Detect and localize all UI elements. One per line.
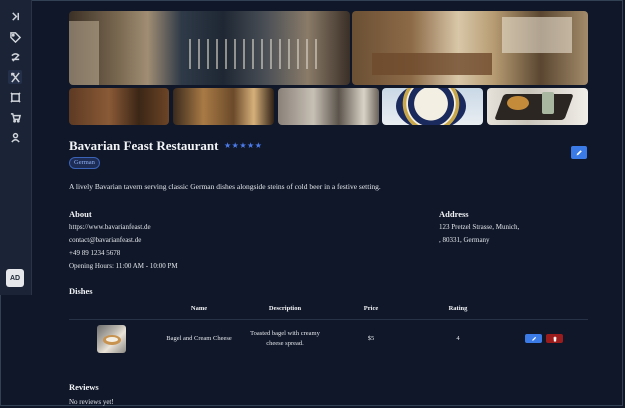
pencil-icon <box>576 149 582 155</box>
phone-text: +49 89 1234 5678 <box>69 249 121 257</box>
address-postal: , 80331, Germany <box>439 236 490 244</box>
restaurant-description: A lively Bavarian tavern serving classic… <box>69 182 381 191</box>
dish-description-line1: Toasted bagel with creamy <box>250 330 320 337</box>
gallery-thumbnail[interactable] <box>487 88 588 125</box>
dish-image <box>97 325 126 353</box>
email-link[interactable]: contact@bavarianfeast.de <box>69 236 141 244</box>
avatar[interactable]: AD <box>6 269 24 287</box>
trash-icon <box>552 336 557 342</box>
dishes-heading: Dishes <box>69 286 93 296</box>
table-divider <box>69 319 588 320</box>
utensils-icon[interactable] <box>8 70 22 84</box>
edit-restaurant-button[interactable] <box>571 146 587 159</box>
gallery-thumbnail[interactable] <box>69 88 169 125</box>
reviews-heading: Reviews <box>69 382 99 392</box>
address-heading: Address <box>439 209 469 219</box>
collapse-icon[interactable] <box>8 9 22 23</box>
about-heading: About <box>69 209 92 219</box>
column-header-description: Description <box>268 305 302 312</box>
user-icon[interactable] <box>8 130 22 144</box>
dish-price: $5 <box>367 335 375 342</box>
restaurant-name: Bavarian Feast Restaurant <box>69 138 219 153</box>
edit-dish-button[interactable] <box>525 334 542 343</box>
cart-icon[interactable] <box>8 110 22 124</box>
delete-dish-button[interactable] <box>546 334 563 343</box>
column-header-rating: Rating <box>448 305 468 312</box>
chef-hat-icon[interactable] <box>8 50 22 64</box>
cuisine-badge: German <box>69 157 100 169</box>
gallery-thumbnail[interactable] <box>278 88 379 125</box>
rating-stars: ★★★★★ <box>224 141 263 150</box>
dish-rating: 4 <box>456 335 460 342</box>
tag-icon[interactable] <box>8 30 22 44</box>
dish-description-line2: cheese spread. <box>266 340 304 347</box>
pencil-icon <box>531 336 536 341</box>
no-reviews-text: No reviews yet! <box>69 398 114 406</box>
gallery-thumbnail[interactable] <box>173 88 274 125</box>
column-header-name: Name <box>190 305 208 312</box>
gallery-thumbnail[interactable] <box>382 88 483 125</box>
menu-board-icon[interactable] <box>8 90 22 104</box>
dish-name: Bagel and Cream Cheese <box>166 335 232 342</box>
website-link[interactable]: https://www.bavarianfeast.de <box>69 223 151 231</box>
gallery-photo[interactable] <box>352 11 588 85</box>
sidebar: AD <box>0 0 32 295</box>
gallery-main-photo[interactable] <box>69 11 350 85</box>
opening-hours: Opening Hours: 11:00 AM - 10:00 PM <box>69 262 178 270</box>
address-street: 123 Pretzel Strasse, Munich, <box>439 223 520 231</box>
column-header-price: Price <box>363 305 379 312</box>
